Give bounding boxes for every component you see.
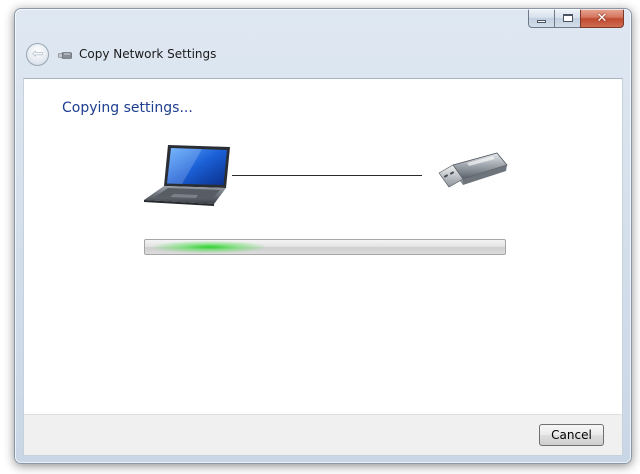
maximize-icon [562, 14, 573, 22]
window-title: Copy Network Settings [79, 47, 217, 61]
copy-network-settings-window: ✕ ⇦ Copy Network Settings Copying settin… [14, 8, 632, 464]
status-heading: Copying settings... [62, 100, 193, 116]
close-icon: ✕ [596, 10, 608, 26]
minimize-button[interactable] [528, 9, 554, 28]
cancel-button[interactable]: Cancel [539, 424, 604, 446]
laptop-icon [144, 145, 230, 206]
back-arrow-icon: ⇦ [31, 46, 44, 62]
maximize-button[interactable] [554, 9, 580, 28]
close-button[interactable]: ✕ [580, 9, 624, 28]
footer-bar: Cancel [23, 414, 623, 456]
usb-drive-icon [438, 152, 508, 188]
content-area: Copying settings... [23, 78, 623, 414]
usb-drive-title-icon [58, 52, 72, 59]
progress-indicator [153, 241, 265, 253]
caption-buttons: ✕ [528, 9, 624, 29]
back-button[interactable]: ⇦ [26, 43, 49, 66]
connection-line [232, 175, 422, 176]
minimize-icon [537, 19, 546, 23]
progress-bar [144, 239, 506, 255]
